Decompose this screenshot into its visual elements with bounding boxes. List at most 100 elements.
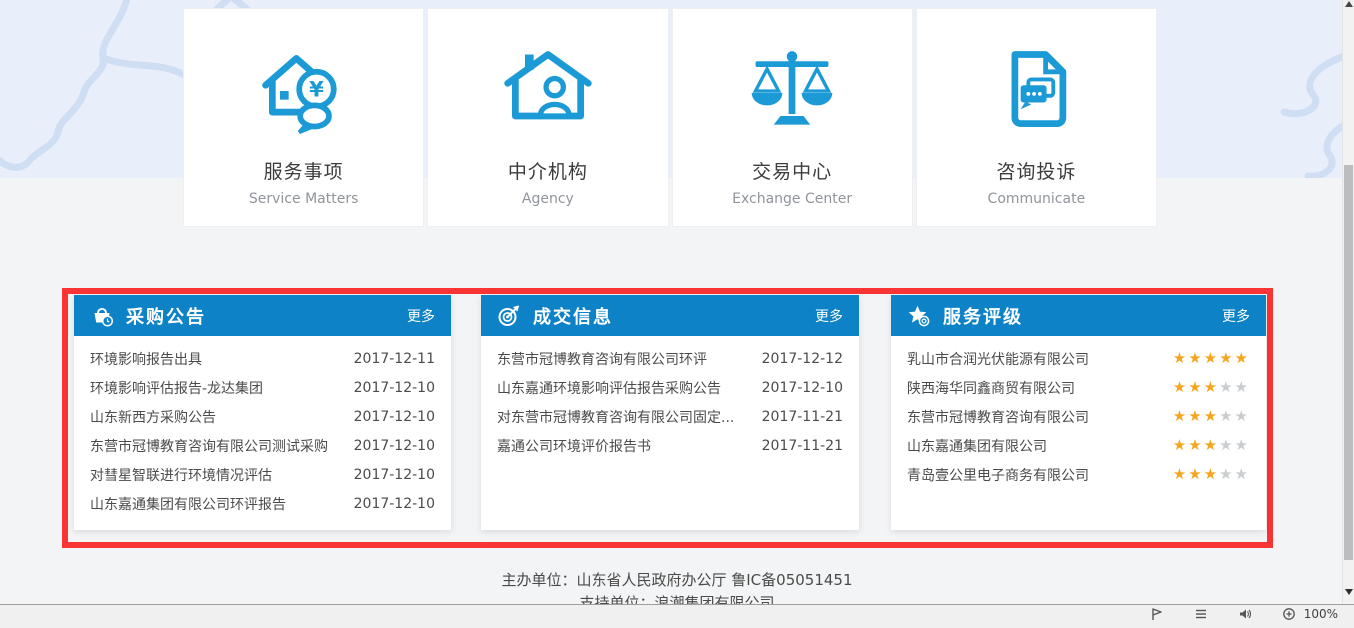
scroll-down-arrow-icon[interactable] — [1345, 589, 1353, 595]
house-chat-icon: ¥ — [256, 39, 352, 143]
star-empty-icon: ★ — [1235, 407, 1250, 425]
scales-icon — [744, 39, 840, 143]
announcement-title[interactable]: 山东嘉通集团有限公司环评报告 — [90, 494, 286, 514]
deal-row[interactable]: 嘉通公司环境评价报告书 2017-11-21 — [497, 431, 843, 460]
card-exchange-center[interactable]: 交易中心 Exchange Center — [672, 8, 913, 227]
flag-icon[interactable] — [1150, 607, 1164, 621]
rating-row[interactable]: 东营市冠博教育咨询有限公司 ★★★★★ — [907, 402, 1250, 431]
card-communicate[interactable]: 咨询投诉 Communicate — [916, 8, 1157, 227]
star-filled-icon: ★ — [1188, 349, 1203, 367]
card-title: 服务事项 — [264, 157, 344, 184]
rating-row[interactable]: 青岛壹公里电子商务有限公司 ★★★★★ — [907, 460, 1250, 489]
scrollbar-thumb[interactable] — [1344, 165, 1353, 560]
star-filled-icon: ★ — [1173, 378, 1188, 396]
announcement-row[interactable]: 山东嘉通集团有限公司环评报告 2017-12-10 — [90, 489, 435, 518]
star-filled-icon: ★ — [1173, 436, 1188, 454]
company-name[interactable]: 青岛壹公里电子商务有限公司 — [907, 465, 1089, 485]
announcement-title[interactable]: 环境影响报告出具 — [90, 349, 202, 369]
panel-body: 乳山市合润光伏能源有限公司 ★★★★★ 陕西海华同鑫商贸有限公司 ★★★★★ 东… — [891, 336, 1266, 489]
panel-title: 采购公告 — [126, 303, 407, 329]
browser-status-bar: 100% — [0, 604, 1354, 628]
panel-title: 服务评级 — [943, 303, 1222, 329]
announcement-date: 2017-12-10 — [354, 380, 435, 396]
card-subtitle: Service Matters — [249, 191, 359, 207]
star-rating: ★★★★★ — [1173, 438, 1250, 453]
star-filled-icon: ★ — [1204, 349, 1219, 367]
house-person-icon — [500, 39, 596, 143]
announcement-row[interactable]: 山东新西方采购公告 2017-12-10 — [90, 402, 435, 431]
deal-date: 2017-12-12 — [762, 351, 843, 367]
card-title: 交易中心 — [752, 157, 832, 184]
star-filled-icon: ★ — [1173, 465, 1188, 483]
deal-date: 2017-11-21 — [762, 409, 843, 425]
announcement-row[interactable]: 环境影响报告出具 2017-12-11 — [90, 344, 435, 373]
announcement-title[interactable]: 山东新西方采购公告 — [90, 407, 216, 427]
star-empty-icon: ★ — [1219, 378, 1234, 396]
scroll-up-arrow-icon[interactable] — [1345, 1, 1353, 7]
more-link[interactable]: 更多 — [407, 306, 435, 326]
rating-row[interactable]: 乳山市合润光伏能源有限公司 ★★★★★ — [907, 344, 1250, 373]
announcement-date: 2017-12-10 — [354, 467, 435, 483]
deal-date: 2017-12-10 — [762, 380, 843, 396]
star-filled-icon: ★ — [1188, 436, 1203, 454]
vertical-scrollbar[interactable] — [1342, 0, 1354, 604]
company-name[interactable]: 山东嘉通集团有限公司 — [907, 436, 1047, 456]
star-empty-icon: ★ — [1219, 407, 1234, 425]
deal-title[interactable]: 东营市冠博教育咨询有限公司环评 — [497, 349, 707, 369]
company-name[interactable]: 陕西海华同鑫商贸有限公司 — [907, 378, 1075, 398]
list-icon[interactable] — [1194, 607, 1208, 621]
announcement-row[interactable]: 对彗星智联进行环境情况评估 2017-12-10 — [90, 460, 435, 489]
announcement-row[interactable]: 东营市冠博教育咨询有限公司测试采购 2017-12-10 — [90, 431, 435, 460]
announcement-title[interactable]: 东营市冠博教育咨询有限公司测试采购 — [90, 436, 328, 456]
star-empty-icon: ★ — [1235, 465, 1250, 483]
card-subtitle: Agency — [522, 191, 574, 207]
star-rating: ★★★★★ — [1173, 351, 1250, 366]
star-empty-icon: ★ — [1235, 436, 1250, 454]
deal-title[interactable]: 山东嘉通环境影响评估报告采购公告 — [497, 378, 721, 398]
star-filled-icon: ★ — [1204, 436, 1219, 454]
panel-deal-info: 成交信息 更多 东营市冠博教育咨询有限公司环评 2017-12-12 山东嘉通环… — [481, 295, 859, 530]
deal-row[interactable]: 对东营市冠博教育咨询有限公司固定... 2017-11-21 — [497, 402, 843, 431]
star-filled-icon: ★ — [1188, 465, 1203, 483]
star-filled-icon: ★ — [1235, 349, 1250, 367]
service-cards-row: ¥ 服务事项 Service Matters 中介机构 Agency — [183, 8, 1157, 227]
panel-header: 成交信息 更多 — [481, 295, 859, 336]
deal-date: 2017-11-21 — [762, 438, 843, 454]
card-service-matters[interactable]: ¥ 服务事项 Service Matters — [183, 8, 424, 227]
more-link[interactable]: 更多 — [815, 306, 843, 326]
star-empty-icon: ★ — [1219, 465, 1234, 483]
star-empty-icon: ★ — [1219, 436, 1234, 454]
announcement-date: 2017-12-10 — [354, 496, 435, 512]
announcement-title[interactable]: 环境影响评估报告-龙达集团 — [90, 378, 263, 398]
panel-title: 成交信息 — [533, 303, 815, 329]
card-subtitle: Exchange Center — [732, 191, 852, 207]
company-name[interactable]: 乳山市合润光伏能源有限公司 — [907, 349, 1089, 369]
announcement-date: 2017-12-10 — [354, 438, 435, 454]
deal-title[interactable]: 对东营市冠博教育咨询有限公司固定... — [497, 407, 734, 427]
speaker-icon[interactable] — [1238, 607, 1252, 621]
status-icons: 100% — [1150, 607, 1338, 621]
zoom-level[interactable]: 100% — [1304, 607, 1338, 621]
star-rating: ★★★★★ — [1173, 467, 1250, 482]
star-filled-icon: ★ — [1173, 349, 1188, 367]
rating-row[interactable]: 陕西海华同鑫商贸有限公司 ★★★★★ — [907, 373, 1250, 402]
announcement-title[interactable]: 对彗星智联进行环境情况评估 — [90, 465, 272, 485]
card-agency[interactable]: 中介机构 Agency — [427, 8, 668, 227]
zoom-in-icon[interactable] — [1282, 607, 1296, 621]
star-rating: ★★★★★ — [1173, 409, 1250, 424]
deal-title[interactable]: 嘉通公司环境评价报告书 — [497, 436, 651, 456]
star-rating: ★★★★★ — [1173, 380, 1250, 395]
panel-procurement-announcements: 采购公告 更多 环境影响报告出具 2017-12-11 环境影响评估报告-龙达集… — [74, 295, 451, 530]
company-name[interactable]: 东营市冠博教育咨询有限公司 — [907, 407, 1089, 427]
more-link[interactable]: 更多 — [1222, 306, 1250, 326]
panel-body: 东营市冠博教育咨询有限公司环评 2017-12-12 山东嘉通环境影响评估报告采… — [481, 336, 859, 460]
star-empty-icon: ★ — [1235, 378, 1250, 396]
rating-row[interactable]: 山东嘉通集团有限公司 ★★★★★ — [907, 431, 1250, 460]
card-title: 中介机构 — [508, 157, 588, 184]
document-chat-icon — [988, 39, 1084, 143]
star-filled-icon: ★ — [1188, 407, 1203, 425]
announcement-row[interactable]: 环境影响评估报告-龙达集团 2017-12-10 — [90, 373, 435, 402]
footer-host-unit: 主办单位：山东省人民政府办公厅 鲁IC备05051451 — [0, 569, 1354, 590]
deal-row[interactable]: 东营市冠博教育咨询有限公司环评 2017-12-12 — [497, 344, 843, 373]
deal-row[interactable]: 山东嘉通环境影响评估报告采购公告 2017-12-10 — [497, 373, 843, 402]
